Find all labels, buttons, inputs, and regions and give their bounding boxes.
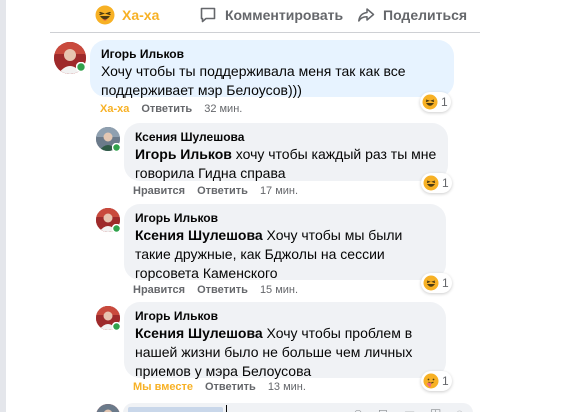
reply-link[interactable]: Ответить [141,103,192,115]
comment-button[interactable]: Комментировать [198,5,343,25]
mention-tag[interactable]: Игорь Ильков [135,146,232,162]
comment-author[interactable]: Игорь Ильков [135,308,435,324]
share-button[interactable]: Поделиться [356,5,467,25]
window-frame-edge [0,0,6,412]
action-bar-divider [50,32,480,33]
comment-bubble: Игорь Ильков Ксения Шулешова Хочу чтобы … [124,302,446,381]
comment-bubble-icon [198,5,218,25]
comment-time[interactable]: 17 мин. [260,185,298,197]
like-link[interactable]: Нравится [133,284,185,296]
haha-reaction-label: Ха-ха [122,7,160,23]
camera-icon[interactable]: ◻ [378,406,388,412]
comment-author[interactable]: Ксения Шулешова [135,129,437,145]
haha-emoji-icon [423,175,439,191]
mention-tag[interactable]: Ксения Шулешова [135,227,263,243]
reply-link[interactable]: Ответить [197,185,248,197]
haha-emoji-icon [422,94,438,110]
reply-link[interactable]: Ответить [197,284,248,296]
comment-bubble: Игорь Ильков Хочу чтобы ты поддерживала … [90,40,454,98]
reply-mention-highlight [128,407,223,412]
share-label: Поделиться [383,7,468,23]
post-action-bar: Ха-ха Комментировать Поделиться [80,0,480,30]
reaction-count: 1 [442,374,449,388]
reaction-counter[interactable]: 1 [421,273,452,293]
haha-emoji-icon [95,5,115,25]
care-emoji-icon [423,373,439,389]
text-caret [226,405,227,412]
comment-time[interactable]: 32 мин. [204,103,242,115]
user-photo-icon [96,404,120,412]
like-link[interactable]: Нравится [133,185,185,197]
together-reaction-link[interactable]: Мы вместе [133,381,193,393]
online-status-icon [112,143,121,152]
comment-time[interactable]: 13 мин. [268,381,306,393]
gif-icon[interactable]: ▭ [404,406,415,412]
reaction-counter[interactable]: 1 [421,173,452,193]
sticker-icon[interactable]: ◫ [430,406,441,412]
reaction-counter[interactable]: 1 [421,371,452,391]
haha-reaction-link[interactable]: Ха-ха [100,103,129,115]
comment-meta: Ха-ха Ответить 32 мин. [100,103,242,115]
comment-bubble: Ксения Шулешова Игорь Ильков хочу чтобы … [124,123,448,181]
reaction-count: 1 [441,95,448,109]
comment-meta: Нравится Ответить 17 мин. [133,185,298,197]
haha-emoji-icon [423,275,439,291]
comment-author[interactable]: Игорь Ильков [135,210,435,226]
comment-bubble: Игорь Ильков Ксения Шулешова Хочу чтобы … [124,204,446,283]
comment-text: Ксения Шулешова Хочу чтобы проблем в наш… [135,324,435,381]
emoji-picker-icon[interactable]: ☺ [352,406,364,412]
comment-author[interactable]: Игорь Ильков [101,46,443,62]
mention-tag[interactable]: Ксения Шулешова [135,325,263,341]
reaction-count: 1 [442,276,449,290]
comment-text: Ксения Шулешова Хочу чтобы мы были такие… [135,226,435,283]
comment-meta: Нравится Ответить 15 мин. [133,284,298,296]
comment-text: Хочу чтобы ты поддерживала меня так как … [101,63,406,98]
online-status-icon [76,62,86,72]
reply-link[interactable]: Ответить [205,381,256,393]
reply-input[interactable] [123,403,473,412]
reaction-counter[interactable]: 1 [420,92,451,112]
online-status-icon [112,322,121,331]
share-arrow-icon [356,5,376,25]
comment-label: Комментировать [225,7,344,23]
comment-time[interactable]: 15 мин. [260,284,298,296]
reaction-count: 1 [442,176,449,190]
comment-text: Игорь Ильков хочу чтобы каждый раз ты мн… [135,145,437,183]
online-status-icon [112,224,121,233]
comment-meta: Мы вместе Ответить 13 мин. [133,381,306,393]
avatar [96,404,120,412]
avatar-sticker-icon[interactable]: ◌ [456,406,463,412]
haha-reaction-button[interactable]: Ха-ха [95,5,159,25]
